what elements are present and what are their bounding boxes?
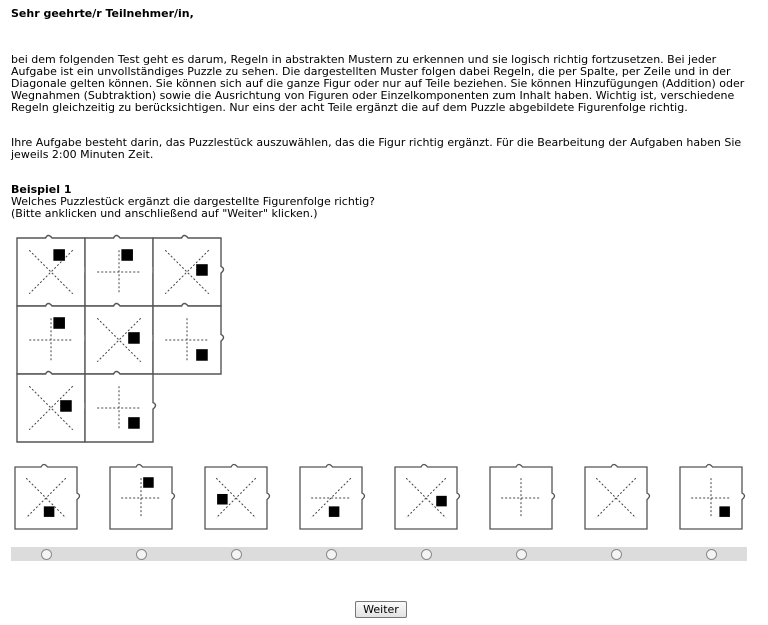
puzzle-piece-outline	[109, 463, 176, 530]
black-square	[143, 477, 154, 488]
option-radio[interactable]	[136, 549, 147, 560]
black-square	[43, 506, 55, 517]
answer-option-piece[interactable]	[679, 463, 746, 530]
answer-option-piece[interactable]	[14, 463, 81, 530]
answer-option-piece[interactable]	[204, 463, 271, 530]
black-square	[436, 495, 447, 507]
option-radio[interactable]	[421, 549, 432, 560]
next-button[interactable]: Weiter	[355, 601, 407, 618]
option-radio-bar	[11, 547, 747, 561]
black-square	[719, 506, 730, 517]
option-radio[interactable]	[611, 549, 622, 560]
black-square	[53, 317, 65, 329]
answer-option-piece[interactable]	[584, 463, 651, 530]
black-square	[121, 249, 133, 261]
grid-cell	[84, 370, 157, 443]
answer-option-piece[interactable]	[109, 463, 176, 530]
puzzle-piece-outline	[394, 463, 461, 530]
option-radio[interactable]	[516, 549, 527, 560]
puzzle-grid	[16, 234, 225, 443]
answer-option-piece[interactable]	[299, 463, 366, 530]
grid-cell	[16, 370, 89, 443]
black-square	[328, 506, 340, 517]
option-radio[interactable]	[41, 549, 52, 560]
puzzle-piece-outline	[152, 302, 225, 375]
puzzle-piece-outline	[489, 463, 556, 530]
option-radio[interactable]	[326, 549, 337, 560]
puzzle-piece-outline	[84, 234, 157, 307]
black-square	[60, 400, 72, 412]
option-radio[interactable]	[231, 549, 242, 560]
puzzle-piece-outline	[84, 370, 157, 443]
puzzle-piece-outline	[679, 463, 746, 530]
black-square	[128, 332, 140, 344]
grid-cell	[16, 234, 89, 307]
puzzle-piece-outline	[584, 463, 651, 530]
black-square	[217, 493, 228, 505]
puzzle-piece-outline	[299, 463, 366, 530]
option-radio[interactable]	[706, 549, 717, 560]
grid-cell	[84, 302, 157, 375]
black-square	[196, 264, 208, 276]
grid-cell	[16, 302, 89, 375]
puzzle-piece-outline	[204, 463, 271, 530]
black-square	[53, 249, 65, 261]
puzzle-piece-outline	[14, 463, 81, 530]
puzzle-graphics	[14, 234, 746, 530]
grid-cell	[84, 234, 157, 307]
puzzle-piece-outline	[16, 302, 89, 375]
answer-options[interactable]	[14, 463, 746, 530]
grid-cell	[152, 302, 225, 375]
black-square	[196, 349, 208, 361]
answer-option-piece[interactable]	[394, 463, 461, 530]
black-square	[128, 417, 140, 429]
answer-option-piece[interactable]	[489, 463, 556, 530]
grid-cell	[152, 234, 225, 307]
